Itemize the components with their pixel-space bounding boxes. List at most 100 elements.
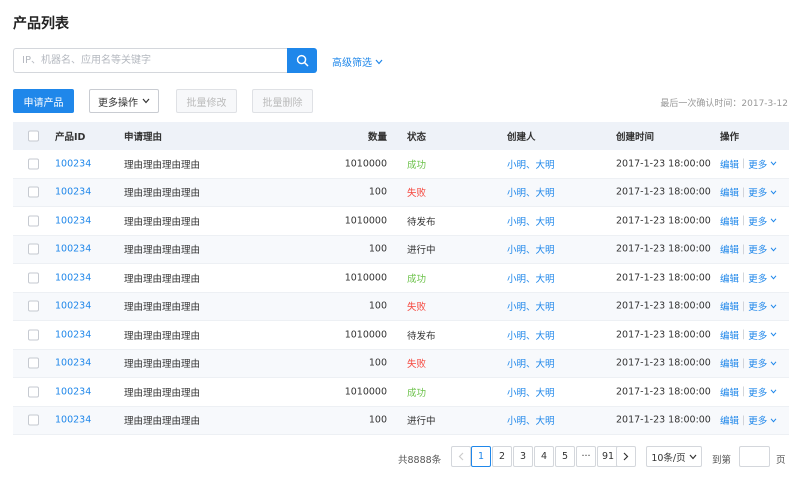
page-size-select[interactable]: 10条/页 xyxy=(646,446,702,467)
more-link[interactable]: 更多 xyxy=(748,385,767,399)
row-checkbox[interactable] xyxy=(28,300,39,312)
more-link[interactable]: 更多 xyxy=(748,328,767,342)
page-button[interactable]: 1 xyxy=(471,446,491,467)
goto-label: 到第 xyxy=(712,455,732,466)
batch-edit-button[interactable]: 批量修改 xyxy=(176,89,237,113)
more-link[interactable]: 更多 xyxy=(748,214,767,228)
chevron-right-icon xyxy=(623,452,629,461)
status-text: 成功 xyxy=(407,273,427,285)
table-row: 100234 理由理由理由理由 1010000 待发布 小明、大明 2017-1-23 1… xyxy=(13,321,789,350)
create-time: 2017-1-23 18:00:00 xyxy=(616,300,711,312)
edit-link[interactable]: 编辑 xyxy=(720,413,739,427)
ops-separator: | xyxy=(742,386,746,398)
more-link[interactable]: 更多 xyxy=(748,271,767,285)
more-link[interactable]: 更多 xyxy=(748,157,767,171)
edit-link[interactable]: 编辑 xyxy=(720,271,739,285)
more-link[interactable]: 更多 xyxy=(748,413,767,427)
header-status: 状态 xyxy=(407,132,427,143)
ops-separator: | xyxy=(742,243,746,255)
status-text: 进行中 xyxy=(407,245,436,257)
page-button[interactable]: 2 xyxy=(492,446,512,467)
status-text: 进行中 xyxy=(407,416,436,428)
apply-product-button[interactable]: 申请产品 xyxy=(13,89,74,113)
creator-link[interactable]: 小明、大明 xyxy=(507,356,555,370)
creator-link[interactable]: 小明、大明 xyxy=(507,214,555,228)
page-button[interactable]: 3 xyxy=(513,446,533,467)
creator-link[interactable]: 小明、大明 xyxy=(507,185,555,199)
batch-delete-button[interactable]: 批量删除 xyxy=(252,89,313,113)
edit-link[interactable]: 编辑 xyxy=(720,328,739,342)
more-link[interactable]: 更多 xyxy=(748,299,767,313)
search-input[interactable] xyxy=(13,48,287,73)
apply-reason: 理由理由理由理由 xyxy=(124,159,201,171)
page-button[interactable]: 4 xyxy=(534,446,554,467)
product-id-link[interactable]: 100234 xyxy=(55,301,91,312)
more-actions-button[interactable]: 更多操作 xyxy=(89,89,159,113)
product-id-link[interactable]: 100234 xyxy=(55,187,91,198)
row-checkbox[interactable] xyxy=(28,243,39,255)
creator-link[interactable]: 小明、大明 xyxy=(507,157,555,171)
creator-link[interactable]: 小明、大明 xyxy=(507,242,555,256)
chevron-down-icon xyxy=(770,418,777,423)
creator-link[interactable]: 小明、大明 xyxy=(507,385,555,399)
pagination: 共8888条 1 2 3 4 5 ··· 91 10条/页 到第 页 xyxy=(0,446,800,468)
apply-reason: 理由理由理由理由 xyxy=(124,387,201,399)
edit-link[interactable]: 编辑 xyxy=(720,242,739,256)
table-row: 100234 理由理由理由理由 1010000 成功 小明、大明 2017-1-23 18… xyxy=(13,378,789,407)
prev-page-button[interactable] xyxy=(451,446,471,467)
row-checkbox[interactable] xyxy=(28,386,39,398)
row-checkbox[interactable] xyxy=(28,414,39,426)
apply-reason: 理由理由理由理由 xyxy=(124,330,201,342)
page-button[interactable]: ··· xyxy=(576,446,596,467)
page-size-value: 10条/页 xyxy=(651,452,686,464)
product-id-link[interactable]: 100234 xyxy=(55,158,91,169)
table-row: 100234 理由理由理由理由 100 失败 小明、大明 2017-1-23 18:00:… xyxy=(13,292,789,321)
product-id-link[interactable]: 100234 xyxy=(55,244,91,255)
creator-link[interactable]: 小明、大明 xyxy=(507,328,555,342)
total-count: 共8888条 xyxy=(398,455,442,466)
page-button[interactable]: 5 xyxy=(555,446,575,467)
row-checkbox[interactable] xyxy=(28,329,39,341)
next-page-button[interactable] xyxy=(616,446,636,467)
ops-separator: | xyxy=(742,186,746,198)
product-id-link[interactable]: 100234 xyxy=(55,358,91,369)
edit-link[interactable]: 编辑 xyxy=(720,214,739,228)
edit-link[interactable]: 编辑 xyxy=(720,385,739,399)
edit-link[interactable]: 编辑 xyxy=(720,157,739,171)
row-checkbox[interactable] xyxy=(28,158,39,170)
quantity: 100 xyxy=(368,357,387,369)
more-link[interactable]: 更多 xyxy=(748,242,767,256)
quantity: 1010000 xyxy=(344,386,387,398)
product-id-link[interactable]: 100234 xyxy=(55,329,91,340)
more-actions-label: 更多操作 xyxy=(98,97,138,109)
edit-link[interactable]: 编辑 xyxy=(720,356,739,370)
product-id-link[interactable]: 100234 xyxy=(55,215,91,226)
row-checkbox[interactable] xyxy=(28,272,39,284)
product-id-link[interactable]: 100234 xyxy=(55,386,91,397)
search-button[interactable] xyxy=(287,48,317,73)
apply-reason: 理由理由理由理由 xyxy=(124,216,201,228)
create-time: 2017-1-23 18:00:00 xyxy=(616,158,711,170)
creator-link[interactable]: 小明、大明 xyxy=(507,413,555,427)
product-id-link[interactable]: 100234 xyxy=(55,415,91,426)
product-id-link[interactable]: 100234 xyxy=(55,272,91,283)
select-all-checkbox[interactable] xyxy=(28,130,39,142)
row-checkbox[interactable] xyxy=(28,186,39,198)
goto-page-input[interactable] xyxy=(739,446,770,467)
more-link[interactable]: 更多 xyxy=(748,185,767,199)
quantity: 100 xyxy=(368,300,387,312)
edit-link[interactable]: 编辑 xyxy=(720,299,739,313)
table-header: 产品ID 申请理由 数量 状态 创建人 创建时间 操作 xyxy=(13,122,789,150)
ops-separator: | xyxy=(742,300,746,312)
table-row: 100234 理由理由理由理由 1010000 成功 小明、大明 2017-1-23 18… xyxy=(13,264,789,293)
row-checkbox[interactable] xyxy=(28,215,39,227)
edit-link[interactable]: 编辑 xyxy=(720,185,739,199)
chevron-down-icon xyxy=(770,247,777,252)
row-checkbox[interactable] xyxy=(28,357,39,369)
creator-link[interactable]: 小明、大明 xyxy=(507,299,555,313)
creator-link[interactable]: 小明、大明 xyxy=(507,271,555,285)
more-link[interactable]: 更多 xyxy=(748,356,767,370)
advanced-filter-link[interactable]: 高级筛选 xyxy=(332,54,383,69)
apply-reason: 理由理由理由理由 xyxy=(124,302,201,314)
quantity: 100 xyxy=(368,243,387,255)
